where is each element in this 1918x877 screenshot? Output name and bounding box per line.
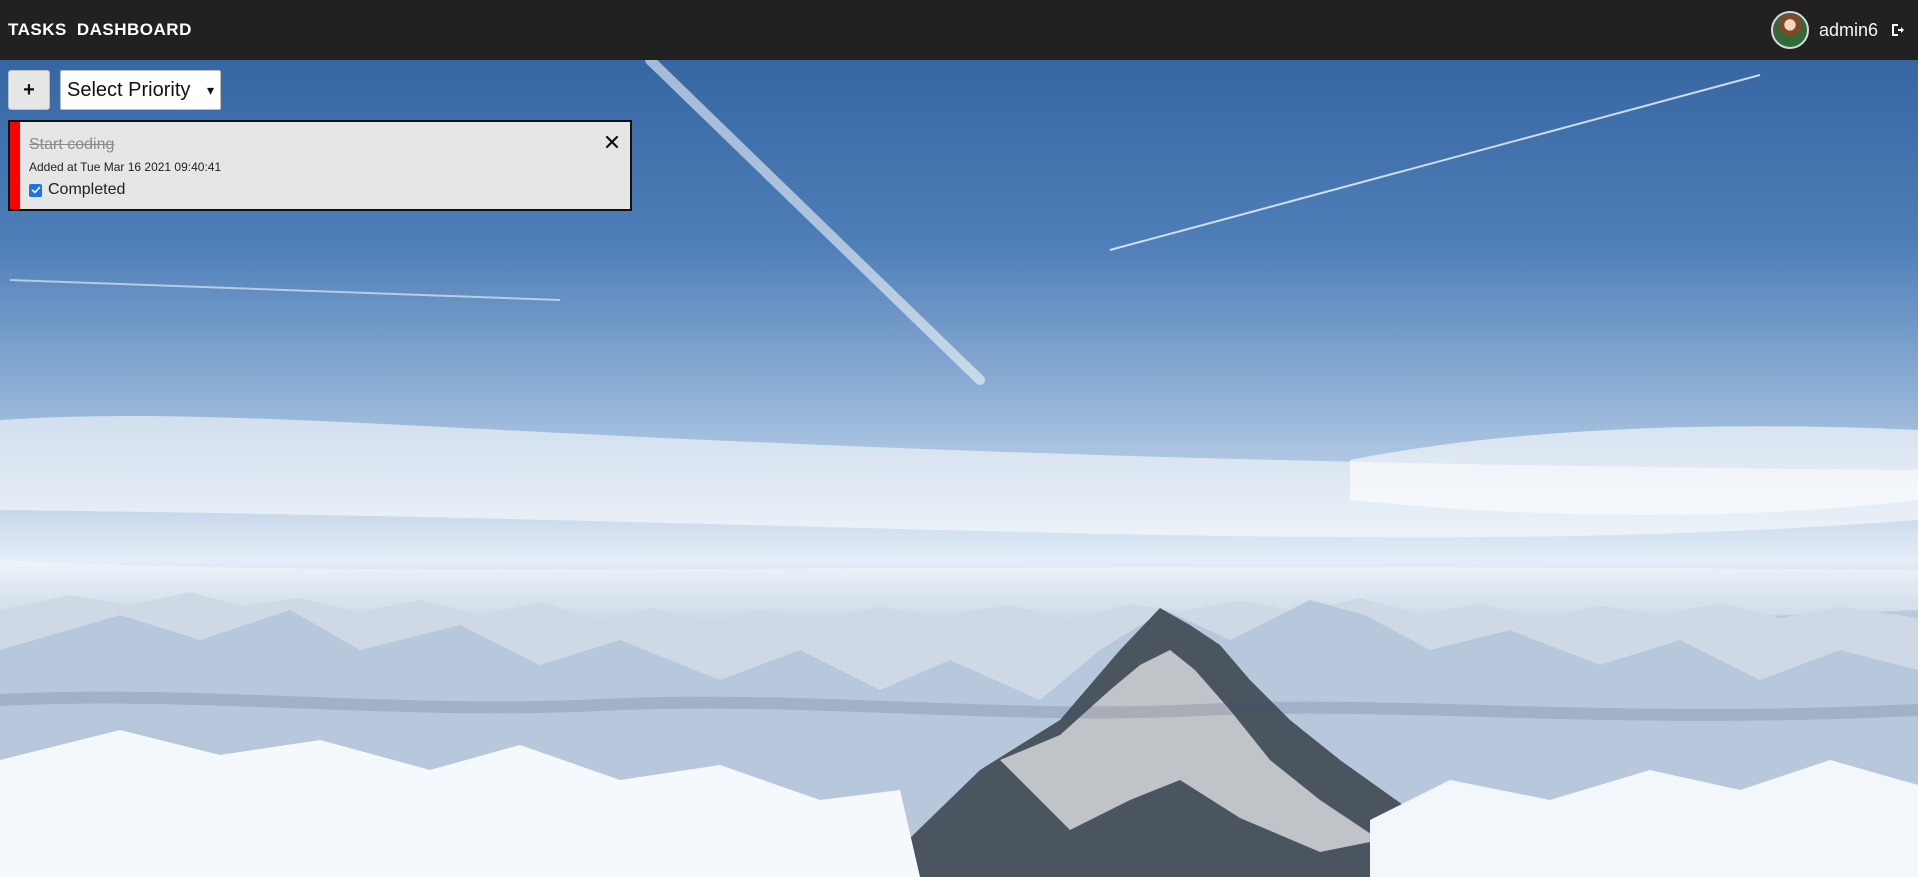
checkmark-icon <box>31 186 40 194</box>
priority-select-value: Select Priority <box>67 78 191 101</box>
logout-svg <box>1892 24 1904 36</box>
close-svg <box>605 135 619 149</box>
priority-accent-bar <box>10 122 20 209</box>
close-icon[interactable] <box>604 134 620 150</box>
avatar[interactable] <box>1770 11 1809 49</box>
top-navbar: TASKS DASHBOARD admin6 <box>0 0 1918 60</box>
nav-dashboard[interactable]: DASHBOARD <box>77 20 192 40</box>
priority-select[interactable]: Select Priority ▾ <box>60 70 221 110</box>
username[interactable]: admin6 <box>1819 20 1878 41</box>
task-controls: + Select Priority ▾ <box>8 70 221 110</box>
completed-label: Completed <box>48 181 126 198</box>
chevron-down-icon: ▾ <box>206 81 214 98</box>
task-card[interactable]: Start coding Added at Tue Mar 16 2021 09… <box>8 120 632 211</box>
task-title: Start coding <box>29 136 115 153</box>
task-added-at: Added at Tue Mar 16 2021 09:40:41 <box>29 160 222 174</box>
nav-brand: TASKS DASHBOARD <box>8 20 192 40</box>
logout-icon[interactable] <box>1888 20 1908 40</box>
nav-tasks[interactable]: TASKS <box>8 20 67 40</box>
completed-checkbox[interactable] <box>29 183 42 197</box>
add-task-button[interactable]: + <box>8 70 50 110</box>
nav-user-area: admin6 <box>1770 11 1908 49</box>
task-completed-row[interactable]: Completed <box>29 181 125 199</box>
